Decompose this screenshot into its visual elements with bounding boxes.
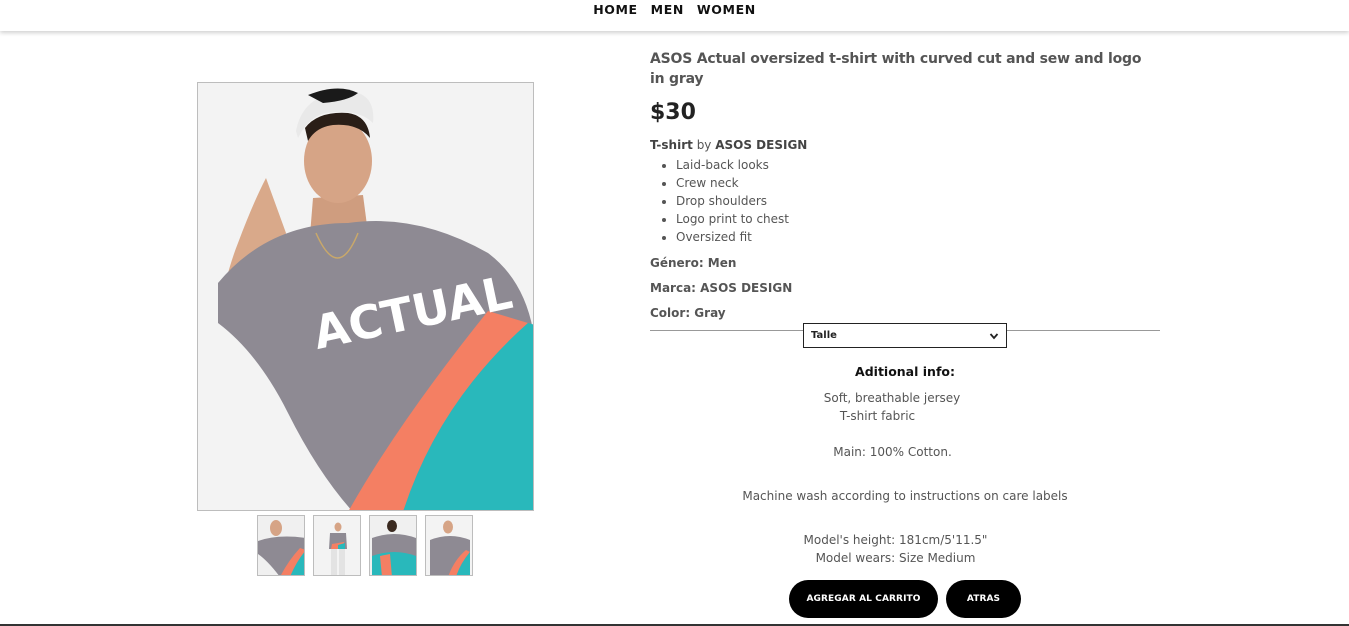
size-select[interactable]: Talle [803, 323, 1007, 348]
nav-link-men[interactable]: MEN [651, 1, 684, 19]
product-type: T-shirt [650, 138, 693, 152]
additional-info-title: Aditional info: [855, 364, 955, 379]
feature-item: Logo print to chest [676, 210, 1160, 228]
size-select-box[interactable]: Talle [803, 323, 1007, 348]
additional-line: Main: 100% Cotton. [833, 445, 952, 459]
product-price: $30 [650, 100, 696, 125]
product-type-line: T-shirt by ASOS DESIGN [650, 138, 1160, 152]
product-main-image: ACTUAL [197, 82, 534, 511]
additional-line: Machine wash according to instructions o… [742, 489, 1068, 503]
color-attribute: Color: Gray [650, 306, 726, 320]
additional-line: T-shirt fabric [839, 409, 916, 423]
additional-line: Model's height: 181cm/5'11.5" [803, 533, 988, 547]
add-to-cart-button[interactable]: AGREGAR AL CARRITO [789, 580, 938, 618]
chevron-down-icon [989, 332, 999, 339]
product-info: ASOS Actual oversized t-shirt with curve… [650, 49, 1160, 331]
thumbnail-2[interactable] [313, 515, 361, 576]
product-by: by [696, 138, 712, 152]
product-title: ASOS Actual oversized t-shirt with curve… [650, 51, 1142, 87]
nav-link-women[interactable]: WOMEN [697, 1, 756, 19]
additional-line: Soft, breathable jersey [823, 391, 961, 405]
additional-info: Soft, breathable jersey T-shirt fabric M… [650, 389, 1160, 567]
thumbnail-4[interactable] [425, 515, 473, 576]
top-navigation: HOME MEN WOMEN [0, 0, 1349, 31]
additional-line: Model wears: Size Medium [815, 551, 976, 565]
gender-attribute: Género: Men [650, 256, 737, 270]
product-brand: ASOS DESIGN [715, 138, 808, 152]
thumbnail-3[interactable] [369, 515, 417, 576]
feature-item: Laid-back looks [676, 156, 1160, 174]
thumbnail-1[interactable] [257, 515, 305, 576]
feature-item: Drop shoulders [676, 192, 1160, 210]
brand-attribute: Marca: ASOS DESIGN [650, 281, 793, 295]
nav-link-home[interactable]: HOME [593, 1, 637, 19]
feature-item: Crew neck [676, 174, 1160, 192]
back-button[interactable]: ATRAS [946, 580, 1021, 618]
thumbnail-strip [257, 515, 473, 576]
feature-item: Oversized fit [676, 228, 1160, 246]
feature-list: Laid-back looks Crew neck Drop shoulders… [650, 156, 1160, 246]
size-select-value: Talle [811, 330, 837, 341]
